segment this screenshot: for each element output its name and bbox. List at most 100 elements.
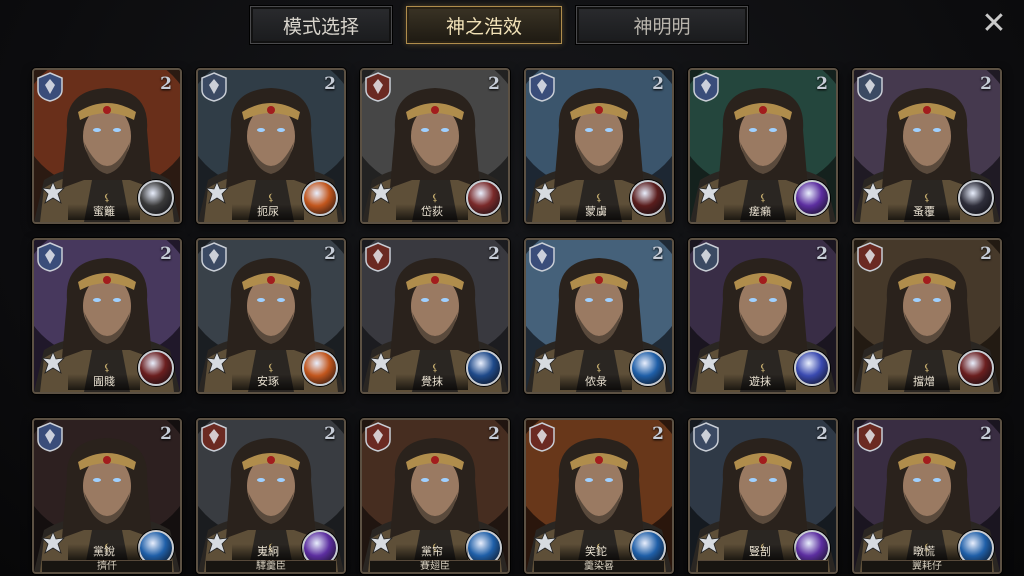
hero-level: 2 bbox=[980, 424, 992, 444]
rune-mark-icon: ⚸ bbox=[267, 193, 275, 204]
rune-mark-icon: ⚸ bbox=[595, 363, 603, 374]
crest-icon[interactable] bbox=[138, 350, 174, 386]
blue-spear-icon[interactable] bbox=[630, 350, 666, 386]
hero-card-blue-skinned-frost-giant[interactable]: 2⚸豎剖 bbox=[688, 418, 838, 574]
rune-mark-icon: ⚸ bbox=[103, 193, 111, 204]
class-emblem-icon bbox=[368, 530, 394, 554]
hero-name: 蒙虜 bbox=[560, 204, 632, 220]
hero-card-green-haired-sorceress[interactable]: 2 ⚸ 瘥癩 bbox=[688, 68, 838, 224]
hero-name: 侬彔 bbox=[560, 374, 632, 390]
class-emblem-icon bbox=[860, 180, 886, 204]
hero-level: 2 bbox=[816, 244, 828, 264]
hero-level: 2 bbox=[160, 74, 172, 94]
blue-spear-icon[interactable] bbox=[794, 350, 830, 386]
hero-level: 2 bbox=[324, 74, 336, 94]
class-emblem-icon bbox=[696, 350, 722, 374]
rank-badge-icon bbox=[529, 422, 555, 452]
class-emblem-icon bbox=[368, 180, 394, 204]
rank-badge-icon bbox=[693, 422, 719, 452]
hero-name: 瘥癩 bbox=[724, 204, 796, 220]
hero-name: 黨銳 bbox=[68, 544, 140, 560]
rank-badge-icon bbox=[365, 242, 391, 272]
hero-subtitle: 賽翅臣 bbox=[370, 560, 500, 572]
hero-level: 2 bbox=[980, 244, 992, 264]
tab-mode-select[interactable]: 模式选择 bbox=[250, 6, 392, 44]
tab-bar: 模式选择 神之浩效 神明明 bbox=[250, 6, 748, 44]
hero-card-crowned-dark-king[interactable]: 2⚸黨銳擠仟 bbox=[32, 418, 182, 574]
hero-level: 2 bbox=[488, 424, 500, 444]
hero-card-grey-haired-warrior[interactable]: 2⚸嵬絅驛羹臣 bbox=[196, 418, 346, 574]
rank-badge-icon bbox=[693, 242, 719, 272]
hero-card-masked-knight[interactable]: 2 ⚸ 覺抹 bbox=[360, 238, 510, 394]
class-emblem-icon bbox=[204, 530, 230, 554]
hero-level: 2 bbox=[652, 74, 664, 94]
hero-subtitle: 羹染晷 bbox=[534, 560, 664, 572]
hero-card-long-haired-rogue[interactable]: 2 ⚸ 遊抹 bbox=[688, 238, 838, 394]
hero-subtitle bbox=[698, 560, 828, 572]
hero-subtitle: 擠仟 bbox=[42, 560, 172, 572]
hero-level: 2 bbox=[160, 424, 172, 444]
rank-badge-icon bbox=[693, 72, 719, 102]
class-emblem-icon bbox=[40, 350, 66, 374]
class-emblem-icon bbox=[696, 180, 722, 204]
crest-icon[interactable] bbox=[958, 350, 994, 386]
rank-badge-icon bbox=[529, 242, 555, 272]
rank-badge-icon bbox=[365, 422, 391, 452]
shield-emblem-icon[interactable] bbox=[138, 180, 174, 216]
fire-slash-icon[interactable] bbox=[302, 350, 338, 386]
hero-card-crowned-white-bearded-king[interactable]: 2 ⚸ 圊賤 bbox=[32, 238, 182, 394]
class-emblem-icon bbox=[860, 350, 886, 374]
class-emblem-icon bbox=[40, 180, 66, 204]
hero-level: 2 bbox=[488, 74, 500, 94]
hero-name: 蚤覆 bbox=[888, 204, 960, 220]
hero-name: 扼尿 bbox=[232, 204, 304, 220]
rune-mark-icon: ⚸ bbox=[267, 363, 275, 374]
hero-card-gold-crowned-helm-king[interactable]: 2⚸笑鉈羹染晷 bbox=[524, 418, 674, 574]
rank-badge-icon bbox=[201, 422, 227, 452]
hero-level: 2 bbox=[816, 424, 828, 444]
rune-mark-icon: ⚸ bbox=[431, 363, 439, 374]
hero-name: 豎剖 bbox=[724, 544, 796, 560]
class-emblem-icon bbox=[204, 350, 230, 374]
hero-card-armored-soldier[interactable]: 2 ⚸ 擋熷 bbox=[852, 238, 1002, 394]
rune-icon[interactable] bbox=[958, 180, 994, 216]
hero-name: 蜜籬 bbox=[68, 204, 140, 220]
hero-card-dark-haired-bearded-man[interactable]: 2 ⚸ 扼尿 bbox=[196, 68, 346, 224]
rank-badge-icon bbox=[529, 72, 555, 102]
class-emblem-icon bbox=[532, 180, 558, 204]
hero-card-hooded-scarred-warrior[interactable]: 2⚸暾慌翼耗仔 bbox=[852, 418, 1002, 574]
hero-level: 2 bbox=[160, 244, 172, 264]
crest-icon[interactable] bbox=[466, 180, 502, 216]
hero-card-horned-gold-helm-warrior[interactable]: 2 ⚸ 蜜籬 bbox=[32, 68, 182, 224]
tab-deities[interactable]: 神明明 bbox=[576, 6, 748, 44]
tab-divine-effect[interactable]: 神之浩效 bbox=[406, 6, 562, 44]
close-icon[interactable]: ✕ bbox=[978, 8, 1010, 40]
hero-card-crowned-elder-king[interactable]: 2 ⚸ 侬彔 bbox=[524, 238, 674, 394]
fire-slash-icon[interactable] bbox=[302, 180, 338, 216]
rank-badge-icon bbox=[37, 72, 63, 102]
hero-card-glowing-eyed-warrior[interactable]: 2 ⚸ 安琢 bbox=[196, 238, 346, 394]
hero-level: 2 bbox=[980, 74, 992, 94]
purple-spear-icon[interactable] bbox=[794, 180, 830, 216]
star-burst-icon[interactable] bbox=[466, 350, 502, 386]
rune-mark-icon: ⚸ bbox=[923, 193, 931, 204]
hero-card-bearded-barbarian[interactable]: 2⚸黨帘賽翅臣 bbox=[360, 418, 510, 574]
hero-card-gold-helm-knight[interactable]: 2 ⚸ 蒙虜 bbox=[524, 68, 674, 224]
rank-badge-icon bbox=[857, 242, 883, 272]
class-emblem-icon bbox=[696, 530, 722, 554]
hero-card-one-eyed-horned-helm-warrior[interactable]: 2 ⚸ 蚤覆 bbox=[852, 68, 1002, 224]
rune-mark-icon: ⚸ bbox=[103, 363, 111, 374]
hero-card-white-bearded-elder[interactable]: 2 ⚸ 岱荻 bbox=[360, 68, 510, 224]
hero-name: 擋熷 bbox=[888, 374, 960, 390]
wing-crest-icon[interactable] bbox=[630, 180, 666, 216]
rank-badge-icon bbox=[201, 242, 227, 272]
hero-level: 2 bbox=[324, 244, 336, 264]
hero-subtitle: 驛羹臣 bbox=[206, 560, 336, 572]
hero-name: 圊賤 bbox=[68, 374, 140, 390]
rune-mark-icon: ⚸ bbox=[595, 193, 603, 204]
rune-mark-icon: ⚸ bbox=[923, 363, 931, 374]
class-emblem-icon bbox=[204, 180, 230, 204]
hero-name: 笑鉈 bbox=[560, 544, 632, 560]
hero-level: 2 bbox=[488, 244, 500, 264]
rune-mark-icon: ⚸ bbox=[759, 363, 767, 374]
